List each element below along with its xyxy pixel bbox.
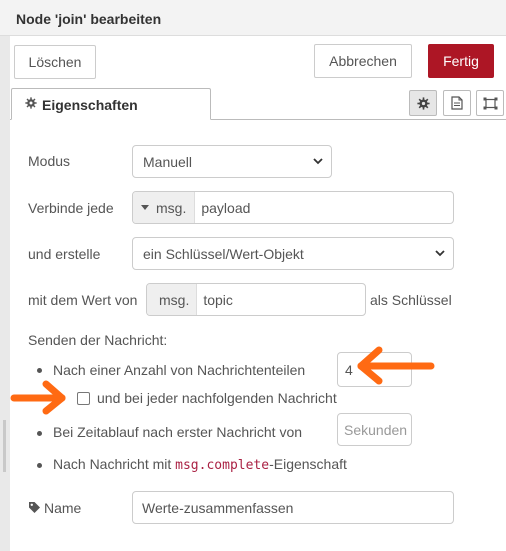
every-message-checkbox[interactable] — [77, 392, 90, 405]
dialog-title: Node 'join' bearbeiten — [16, 11, 162, 27]
combine-label: Verbinde jede — [28, 200, 114, 216]
keyvalue-value: topic — [203, 291, 233, 308]
description-tab-button[interactable] — [443, 90, 471, 116]
tab-properties-label: Eigenschaften — [42, 97, 138, 113]
complete-label: Nach Nachricht mit msg.complete-Eigensch… — [53, 456, 347, 473]
settings-tab-button[interactable] — [409, 90, 437, 116]
create-select-value: ein Schlüssel/Wert-Objekt — [143, 245, 304, 262]
timeout-input[interactable]: Sekunden — [337, 413, 412, 446]
combine-value: payload — [201, 199, 251, 216]
gear-icon — [416, 96, 430, 110]
create-label: und erstelle — [28, 246, 101, 262]
timeout-label: Bei Zeitablauf nach erster Nachricht von — [53, 424, 303, 440]
complete-suffix: -Eigenschaft — [269, 456, 347, 472]
count-input-value: 4 — [345, 361, 353, 378]
name-input-value: Werte-zusammenfassen — [142, 499, 294, 516]
frame-icon — [483, 97, 497, 109]
timeout-input-placeholder: Sekunden — [344, 421, 408, 438]
keyvalue-type-label: msg. — [159, 291, 190, 308]
left-edge — [0, 36, 10, 551]
keyvalue-label: mit dem Wert von — [28, 292, 138, 308]
keyvalue-typed-input[interactable]: msg. topic — [146, 283, 366, 316]
count-label: Nach einer Anzahl von Nachrichtenteilen — [53, 362, 306, 378]
caret-down-icon — [141, 205, 149, 210]
combine-type-label: msg. — [156, 199, 187, 216]
delete-button[interactable]: Löschen — [14, 45, 96, 79]
annotation-arrow — [10, 380, 66, 415]
tag-icon — [29, 502, 40, 513]
combine-typed-input[interactable]: msg. payload — [132, 191, 454, 224]
name-input[interactable]: Werte-zusammenfassen — [132, 491, 454, 524]
bullet — [37, 368, 42, 373]
mode-select-value: Manuell — [143, 153, 193, 170]
resize-handle[interactable] — [3, 420, 6, 472]
done-button[interactable]: Fertig — [428, 44, 494, 78]
combine-type-selector[interactable]: msg. — [133, 192, 196, 223]
send-heading: Senden der Nachricht: — [28, 332, 168, 348]
name-label: Name — [44, 500, 82, 516]
create-select[interactable]: ein Schlüssel/Wert-Objekt — [132, 237, 454, 270]
tab-properties[interactable]: Eigenschaften — [11, 88, 211, 120]
mode-select[interactable]: Manuell — [132, 145, 332, 178]
every-message-label: und bei jeder nachfolgenden Nachricht — [97, 390, 337, 406]
annotation-arrow — [357, 346, 435, 385]
complete-code: msg.complete — [175, 458, 270, 473]
chevron-down-icon — [313, 158, 323, 165]
gear-icon — [25, 97, 37, 109]
keyvalue-suffix: als Schlüssel — [370, 292, 452, 308]
bullet — [37, 463, 42, 468]
chevron-down-icon — [435, 250, 445, 257]
appearance-tab-button[interactable] — [476, 90, 504, 116]
bullet — [37, 431, 42, 436]
document-icon — [451, 96, 463, 110]
complete-prefix: Nach Nachricht mit — [53, 456, 176, 472]
keyvalue-type-selector[interactable]: msg. — [147, 284, 198, 315]
cancel-button[interactable]: Abbrechen — [314, 44, 412, 78]
mode-label: Modus — [28, 153, 71, 169]
